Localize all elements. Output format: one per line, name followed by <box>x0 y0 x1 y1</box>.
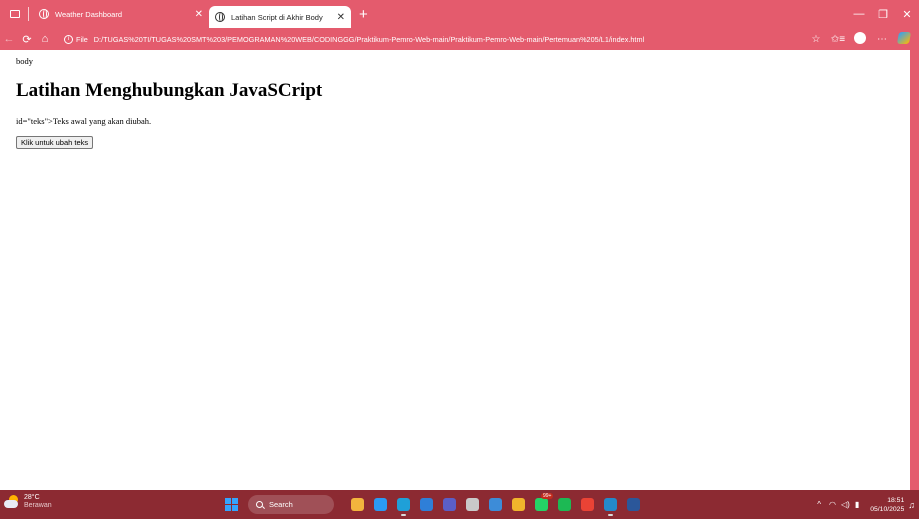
url-text[interactable]: D:/TUGAS%20TI/TUGAS%20SMT%203/PEMOGRAMAN… <box>94 35 644 44</box>
close-tab-icon[interactable]: ✕ <box>337 12 345 23</box>
browser-tab-bar: Weather Dashboard ✕ Latihan Script di Ak… <box>0 0 919 28</box>
close-tab-icon[interactable]: ✕ <box>195 9 203 20</box>
mail-icon[interactable] <box>420 498 433 511</box>
tab-weather-dashboard[interactable]: Weather Dashboard ✕ <box>33 3 209 25</box>
restore-button[interactable]: ❐ <box>871 8 895 21</box>
battery-icon[interactable]: ▮ <box>855 500 859 509</box>
spotify-icon[interactable] <box>558 498 571 511</box>
scheme-label: File <box>76 34 88 44</box>
wifi-icon[interactable]: ◠ <box>829 500 836 509</box>
search-icon <box>256 501 263 508</box>
page-content: body Latihan Menghubungkan JavaSCript id… <box>0 50 919 490</box>
tab-actions-button[interactable] <box>4 4 26 24</box>
onenote-icon[interactable] <box>489 498 502 511</box>
clock-date: 05/10/2025 <box>870 505 905 513</box>
tab-actions-icon <box>10 10 20 18</box>
url-field[interactable]: i File D:/TUGAS%20TI/TUGAS%20SMT%203/PEM… <box>60 31 750 48</box>
partly-cloudy-icon <box>4 495 20 509</box>
window-controls: — ❐ ✕ <box>847 0 919 28</box>
edge-icon[interactable] <box>397 498 410 516</box>
notification-icon[interactable]: ♫ <box>908 500 915 510</box>
system-tray: ^ ◠ ◁) ▮ 18:51 05/10/2025 ♫ <box>817 490 915 519</box>
tab-title: Weather Dashboard <box>55 9 122 19</box>
copilot-icon <box>896 31 912 44</box>
weather-widget[interactable]: 28°C Berawan <box>4 494 52 510</box>
clock[interactable]: 18:51 05/10/2025 <box>870 496 904 514</box>
body-text: body <box>16 56 33 66</box>
minimize-button[interactable]: — <box>847 8 871 20</box>
globe-icon <box>39 9 49 19</box>
back-button[interactable]: ← <box>0 33 18 45</box>
more-menu-button[interactable]: ⋯ <box>871 34 893 45</box>
weather-temp: 28°C <box>24 494 40 501</box>
favorite-star-icon[interactable]: ☆ <box>805 34 827 45</box>
vscode-icon[interactable] <box>604 498 617 516</box>
file-explorer-icon[interactable] <box>351 498 364 511</box>
weather-condition: Berawan <box>24 502 52 509</box>
notification-badge: 99+ <box>541 493 554 499</box>
teks-paragraph: id="teks">Teks awal yang akan diubah. <box>16 116 152 126</box>
reload-button[interactable]: ⟳ <box>18 33 36 46</box>
taskbar-search[interactable]: Search <box>248 495 334 514</box>
clock-time: 18:51 <box>887 496 905 504</box>
favorites-list-icon[interactable]: ✩≡ <box>827 34 849 45</box>
toolbar-right: ☆ ✩≡ ⋯ <box>805 28 915 50</box>
new-tab-button[interactable]: + <box>359 7 368 22</box>
taskbar-center: Search 99+ <box>225 493 645 516</box>
chrome-icon[interactable] <box>581 498 594 511</box>
start-button[interactable] <box>225 498 238 511</box>
tab-separator <box>28 7 29 21</box>
teams-icon[interactable] <box>443 498 456 511</box>
tab-title: Latihan Script di Akhir Body <box>231 12 323 22</box>
window-edge <box>910 50 919 490</box>
address-bar-row: ← ⟳ ⌂ i File D:/TUGAS%20TI/TUGAS%20SMT%2… <box>0 28 919 50</box>
pinned-apps: 99+ <box>346 493 645 516</box>
profile-button[interactable] <box>849 31 871 47</box>
close-window-button[interactable]: ✕ <box>895 8 919 21</box>
folder-icon[interactable] <box>512 498 525 511</box>
avatar <box>854 31 866 44</box>
word-icon[interactable] <box>627 498 640 511</box>
tab-latihan-script[interactable]: Latihan Script di Akhir Body ✕ <box>209 6 351 28</box>
taskbar: 28°C Berawan Search 99+ ^ ◠ ◁) ▮ 18:51 0… <box>0 490 919 519</box>
volume-icon[interactable]: ◁) <box>841 500 850 509</box>
chevron-up-icon[interactable]: ^ <box>817 500 821 509</box>
github-icon[interactable] <box>466 498 479 511</box>
copilot-button[interactable] <box>893 31 915 47</box>
info-icon[interactable]: i <box>64 34 73 44</box>
ubah-teks-button[interactable]: Klik untuk ubah teks <box>16 136 94 149</box>
globe-icon <box>215 12 225 22</box>
home-button[interactable]: ⌂ <box>36 33 54 45</box>
page-title: Latihan Menghubungkan JavaSCript <box>16 80 323 101</box>
search-placeholder: Search <box>269 500 293 509</box>
copilot-icon[interactable] <box>374 498 387 511</box>
whatsapp-icon[interactable]: 99+ <box>535 493 554 511</box>
